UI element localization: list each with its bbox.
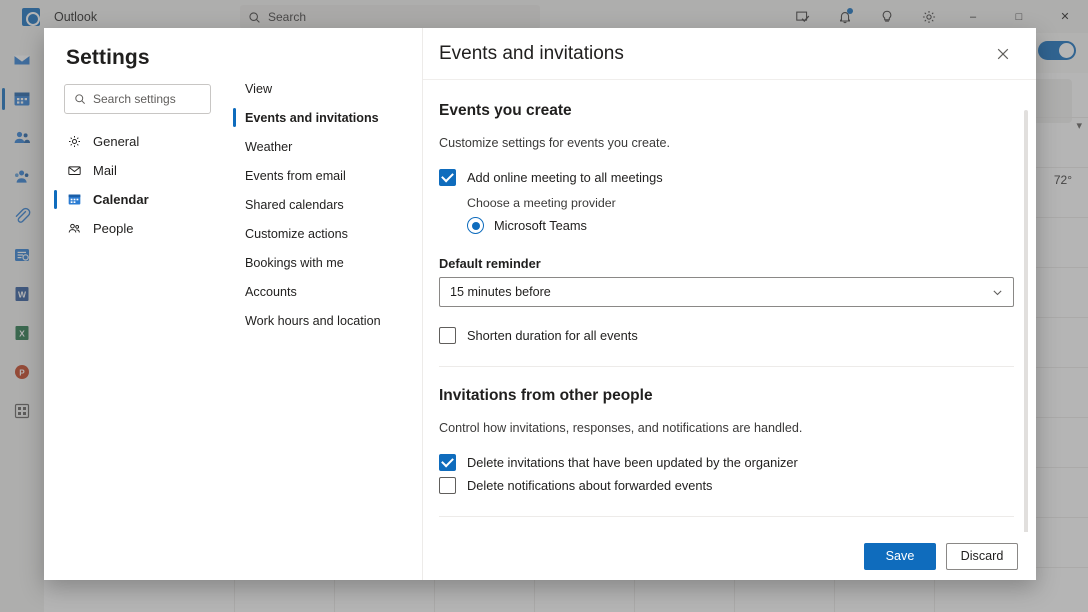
section-description: Customize settings for events you create… [439,136,1014,150]
subnav-item-events-and-invitations[interactable]: Events and invitations [227,103,422,132]
subnav-item-label: Events and invitations [245,111,379,125]
subnav-item-view[interactable]: View [227,74,422,103]
subnav-item-label: Work hours and location [245,314,381,328]
sidebar-item-mail[interactable]: Mail [44,156,227,185]
settings-detail-pane: Events and invitations Events you create… [423,28,1036,580]
subnav-item-work-hours-and-location[interactable]: Work hours and location [227,306,422,335]
sidebar-item-people[interactable]: People [44,214,227,243]
sidebar-item-general[interactable]: General [44,127,227,156]
sidebar-item-label: Calendar [93,192,149,207]
checkbox-label: Delete notifications about forwarded eve… [467,478,712,493]
checkbox-box[interactable] [439,169,456,186]
checkbox-box[interactable] [439,327,456,344]
checkbox-shorten-duration[interactable]: Shorten duration for all events [439,327,1014,344]
search-icon [74,93,86,105]
close-icon[interactable] [988,39,1018,69]
default-reminder-select[interactable]: 15 minutes before [439,277,1014,307]
calendar-icon [66,192,82,208]
detail-header: Events and invitations [423,28,1036,80]
section-title: Invitations from other people [439,387,1014,405]
settings-categories-pane: Settings Search settings General [44,28,227,580]
subnav-item-label: Shared calendars [245,198,344,212]
default-reminder-value: 15 minutes before [450,285,992,299]
section-events-you-create: Events you create Customize settings for… [439,102,1014,344]
settings-search-placeholder: Search settings [93,92,176,106]
detail-body: Events you create Customize settings for… [423,80,1036,532]
settings-subnav-list: View Events and invitations Weather Even… [227,74,422,335]
dialog-footer: Save Discard [423,532,1036,580]
subnav-item-shared-calendars[interactable]: Shared calendars [227,190,422,219]
section-invitations-from-other-people: Invitations from other people Control ho… [439,387,1014,494]
chevron-down-icon [992,287,1003,298]
subnav-item-label: Customize actions [245,227,348,241]
section-divider [439,516,1014,517]
subnav-item-label: Bookings with me [245,256,344,270]
radio-button[interactable] [467,217,484,234]
subnav-item-accounts[interactable]: Accounts [227,277,422,306]
save-button[interactable]: Save [864,543,936,570]
gear-icon [66,134,82,150]
detail-scrollbar[interactable] [1024,110,1028,532]
page-title: Events and invitations [439,43,988,65]
checkbox-label: Shorten duration for all events [467,328,638,343]
subnav-item-label: Accounts [245,285,297,299]
discard-button[interactable]: Discard [946,543,1018,570]
meeting-provider-label: Choose a meeting provider [467,196,1014,210]
subnav-item-bookings-with-me[interactable]: Bookings with me [227,248,422,277]
people-icon [66,221,82,237]
radio-microsoft-teams[interactable]: Microsoft Teams [467,217,1014,234]
settings-title: Settings [44,46,227,82]
section-title: Events you create [439,102,1014,120]
default-reminder-label: Default reminder [439,256,1014,271]
sidebar-item-label: Mail [93,163,117,178]
section-description: Control how invitations, responses, and … [439,421,1014,435]
sidebar-item-calendar[interactable]: Calendar [44,185,227,214]
settings-category-list: General Mail Calendar [44,127,227,243]
sidebar-item-label: General [93,134,139,149]
settings-dialog: Settings Search settings General [44,28,1036,580]
envelope-icon [66,163,82,179]
section-divider [439,366,1014,367]
subnav-item-label: View [245,82,272,96]
sidebar-item-label: People [93,221,133,236]
checkbox-label: Add online meeting to all meetings [467,170,663,185]
checkbox-label: Delete invitations that have been update… [467,455,798,470]
subnav-item-label: Events from email [245,169,346,183]
checkbox-delete-updated-invitations[interactable]: Delete invitations that have been update… [439,454,1014,471]
subnav-item-events-from-email[interactable]: Events from email [227,161,422,190]
subnav-item-weather[interactable]: Weather [227,132,422,161]
subnav-item-label: Weather [245,140,292,154]
radio-label: Microsoft Teams [494,218,587,233]
checkbox-add-online-meeting[interactable]: Add online meeting to all meetings [439,169,1014,186]
settings-search-input[interactable]: Search settings [64,84,211,114]
checkbox-box[interactable] [439,454,456,471]
subnav-item-customize-actions[interactable]: Customize actions [227,219,422,248]
settings-subnav-pane: View Events and invitations Weather Even… [227,28,423,580]
checkbox-delete-forwarded-notifications[interactable]: Delete notifications about forwarded eve… [439,477,1014,494]
checkbox-box[interactable] [439,477,456,494]
